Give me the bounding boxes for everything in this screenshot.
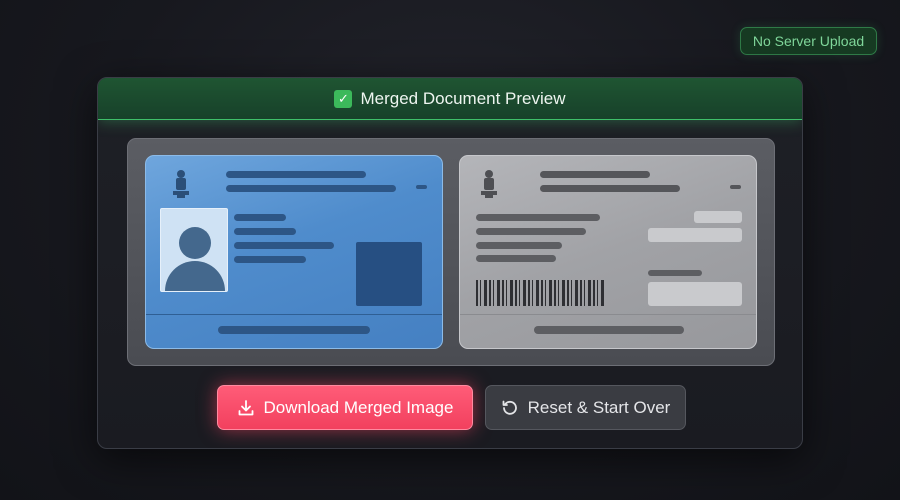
preview-title: Merged Document Preview <box>360 88 566 108</box>
barcode <box>476 280 606 306</box>
detail-line <box>234 242 334 249</box>
check-box-icon: ✓ <box>334 89 353 108</box>
header-mark <box>730 185 741 189</box>
detail-line <box>476 214 600 221</box>
footer-line <box>534 326 684 334</box>
header-line <box>540 171 650 178</box>
footer-line <box>218 326 370 334</box>
detail-line <box>476 255 556 262</box>
header-line <box>226 185 396 192</box>
card-divider <box>146 314 442 315</box>
merged-image-preview <box>127 138 775 366</box>
info-box <box>694 211 742 223</box>
detail-line <box>234 256 306 263</box>
info-box <box>648 282 742 306</box>
badge-label: No Server Upload <box>752 33 865 49</box>
card-divider <box>460 314 756 315</box>
portrait-icon <box>160 208 228 292</box>
id-card-front <box>145 155 443 349</box>
reset-start-over-button[interactable]: Reset & Start Over <box>485 385 686 430</box>
detail-line <box>234 228 296 235</box>
download-button-label: Download Merged Image <box>263 397 454 417</box>
preview-panel: ✓ Merged Document Preview Download Merge… <box>97 77 803 449</box>
id-card-back <box>459 155 757 349</box>
info-box <box>648 228 742 242</box>
reset-button-label: Reset & Start Over <box>527 397 671 417</box>
detail-line <box>476 242 562 249</box>
reset-icon <box>502 400 517 415</box>
detail-line <box>648 270 702 276</box>
header-line <box>540 185 680 192</box>
header-line <box>226 171 366 178</box>
detail-line <box>234 214 286 221</box>
detail-line <box>476 228 586 235</box>
qr-block <box>356 242 422 306</box>
emblem-icon <box>173 170 189 198</box>
download-merged-image-button[interactable]: Download Merged Image <box>217 385 473 430</box>
preview-header: ✓ Merged Document Preview <box>98 78 802 120</box>
header-mark <box>416 185 427 189</box>
emblem-icon <box>481 170 497 198</box>
download-icon <box>238 399 253 415</box>
no-server-upload-badge: No Server Upload <box>740 27 877 55</box>
